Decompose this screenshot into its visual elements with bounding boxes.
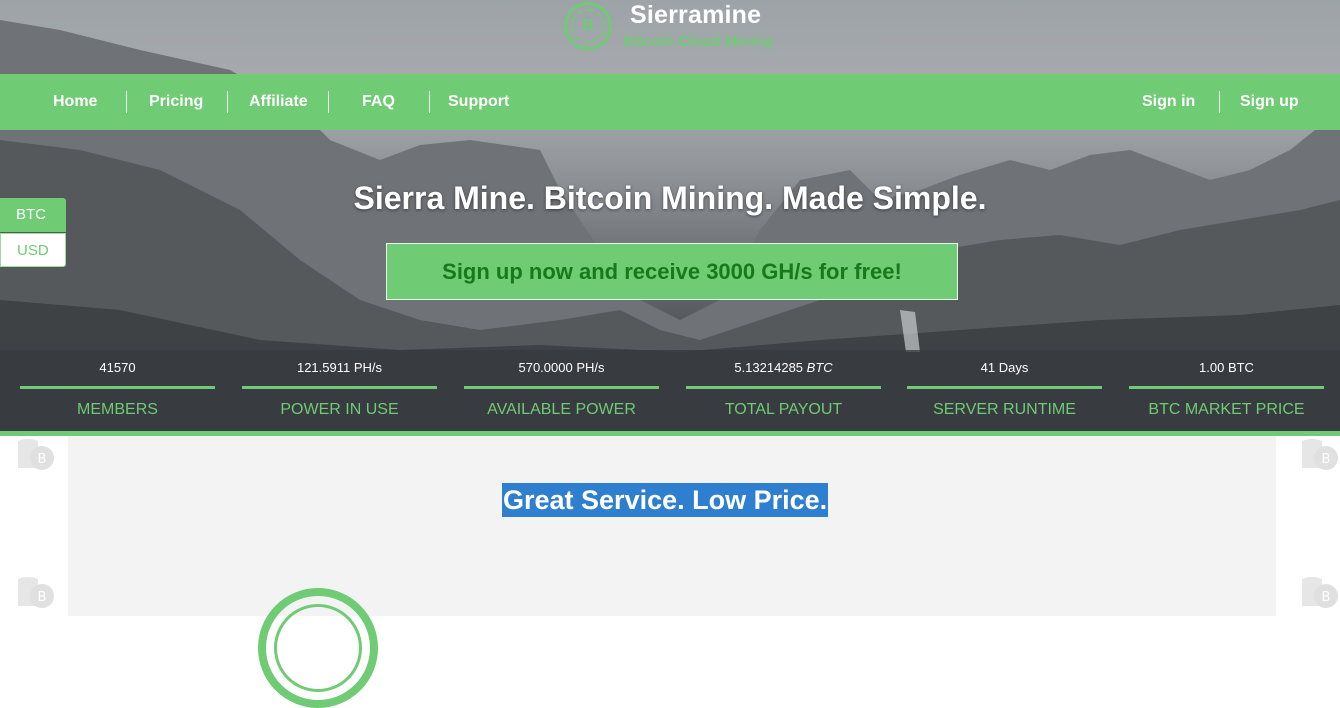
stat-value: 41570 — [99, 360, 136, 375]
svg-text:B: B — [1322, 452, 1331, 467]
stats-bar: 41570 MEMBERS 121.5911 PH/s POWER IN USE… — [0, 350, 1340, 432]
stat-divider — [686, 386, 881, 389]
nav-affiliate[interactable]: Affiliate — [249, 74, 308, 130]
coin-stack-icon: B — [18, 577, 54, 608]
nav-home[interactable]: Home — [53, 74, 97, 130]
stat-value: 5.13214285 BTC — [734, 360, 833, 375]
stat-value: 570.0000 PH/s — [518, 360, 605, 375]
nav-divider — [429, 91, 430, 113]
nav-divider — [227, 91, 228, 113]
stat-label: SERVER RUNTIME — [933, 401, 1076, 418]
stat-label: AVAILABLE POWER — [487, 401, 636, 418]
nav-pricing[interactable]: Pricing — [149, 74, 203, 130]
stat-divider — [464, 386, 659, 389]
nav-divider — [126, 91, 127, 113]
logo-icon[interactable]: B — [564, 2, 612, 50]
content-panel — [68, 436, 1276, 616]
nav-support[interactable]: Support — [448, 74, 509, 130]
sign-in-link[interactable]: Sign in — [1142, 74, 1195, 130]
stat-label: BTC MARKET PRICE — [1148, 401, 1305, 418]
stat-divider — [242, 386, 437, 389]
coin-ring — [274, 604, 362, 692]
nav-divider — [1219, 91, 1220, 113]
stat-divider — [1129, 386, 1324, 389]
coin-stack-icon: B — [1302, 439, 1338, 470]
svg-text:B: B — [38, 590, 47, 605]
currency-usd-button[interactable]: USD — [0, 233, 66, 267]
hero-headline: Sierra Mine. Bitcoin Mining. Made Simple… — [353, 180, 987, 216]
svg-text:B: B — [38, 452, 47, 467]
site-name[interactable]: Sierramine — [630, 1, 761, 30]
nav-faq[interactable]: FAQ — [362, 74, 395, 130]
bitcoin-coin-icon — [258, 588, 378, 708]
site-tagline: Bitcoin Cloud Mining — [623, 33, 773, 50]
stat-unit: BTC — [806, 360, 833, 375]
stat-label: TOTAL PAYOUT — [724, 401, 843, 418]
stat-value: 1.00 BTC — [1199, 360, 1254, 375]
sign-up-link[interactable]: Sign up — [1240, 74, 1299, 130]
section-title: Great Service. Low Price. — [502, 483, 829, 517]
stat-label: MEMBERS — [77, 401, 158, 418]
stat-divider — [20, 386, 215, 389]
stat-value: 121.5911 PH/s — [296, 360, 383, 375]
nav-divider — [328, 91, 329, 113]
stat-label: POWER IN USE — [280, 401, 399, 418]
svg-text:B: B — [1322, 590, 1331, 605]
main-nav: Home Pricing Affiliate FAQ Support Sign … — [0, 74, 1340, 130]
signup-cta-button[interactable]: Sign up now and receive 3000 GH/s for fr… — [386, 243, 958, 300]
stat-value: 41 Days — [980, 360, 1029, 375]
bitcoin-coin-icon: B — [571, 9, 605, 43]
coin-stack-icon: B — [1302, 577, 1338, 608]
stat-divider — [907, 386, 1102, 389]
coin-stack-icon: B — [18, 439, 54, 470]
